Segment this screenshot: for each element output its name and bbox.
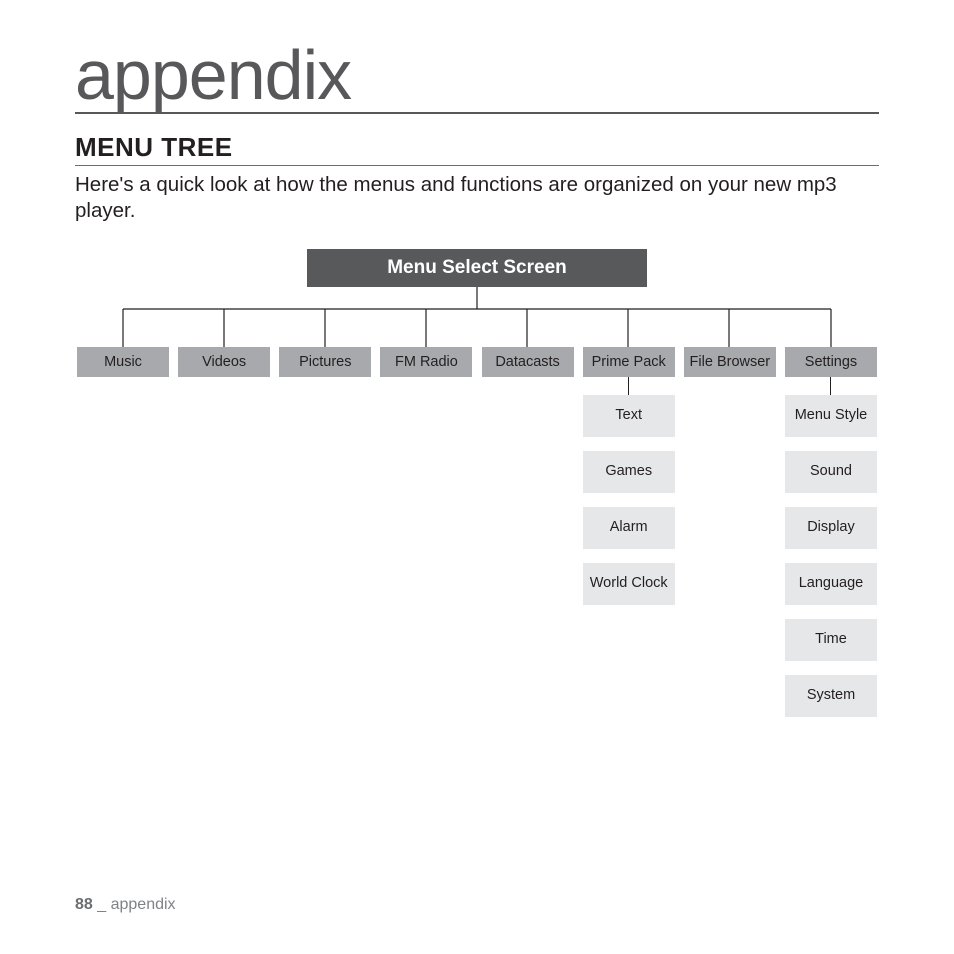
node-sound: Sound <box>785 451 877 493</box>
node-videos: Videos <box>178 347 270 377</box>
menu-tree: Menu Select Screen Music Videos Pictures… <box>77 249 877 731</box>
tree-connectors <box>77 287 877 347</box>
node-settings: Settings <box>785 347 877 377</box>
page-footer: 88 _ appendix <box>75 896 176 914</box>
node-world-clock: World Clock <box>583 563 675 605</box>
page-number: 88 <box>75 896 93 913</box>
node-datacasts: Datacasts <box>482 347 574 377</box>
footer-sep: _ <box>93 896 111 913</box>
node-games: Games <box>583 451 675 493</box>
connector-line <box>628 377 629 395</box>
page-title: appendix <box>75 40 879 114</box>
node-text: Text <box>583 395 675 437</box>
node-music: Music <box>77 347 169 377</box>
node-menu-style: Menu Style <box>785 395 877 437</box>
connector-line <box>830 377 831 395</box>
node-language: Language <box>785 563 877 605</box>
settings-column: Menu Style Sound Display Language Time S… <box>785 377 877 731</box>
root-node: Menu Select Screen <box>307 249 647 287</box>
node-system: System <box>785 675 877 717</box>
node-alarm: Alarm <box>583 507 675 549</box>
intro-text: Here's a quick look at how the menus and… <box>75 172 879 223</box>
node-fm-radio: FM Radio <box>380 347 472 377</box>
node-time: Time <box>785 619 877 661</box>
node-pictures: Pictures <box>279 347 371 377</box>
main-row: Music Videos Pictures FM Radio Datacasts… <box>77 347 877 377</box>
prime-pack-column: Text Games Alarm World Clock <box>583 377 675 731</box>
sub-row: Text Games Alarm World Clock Menu Style … <box>77 377 877 731</box>
node-prime-pack: Prime Pack <box>583 347 675 377</box>
node-file-browser: File Browser <box>684 347 776 377</box>
node-display: Display <box>785 507 877 549</box>
section-title: MENU TREE <box>75 132 879 166</box>
footer-section: appendix <box>111 896 176 913</box>
